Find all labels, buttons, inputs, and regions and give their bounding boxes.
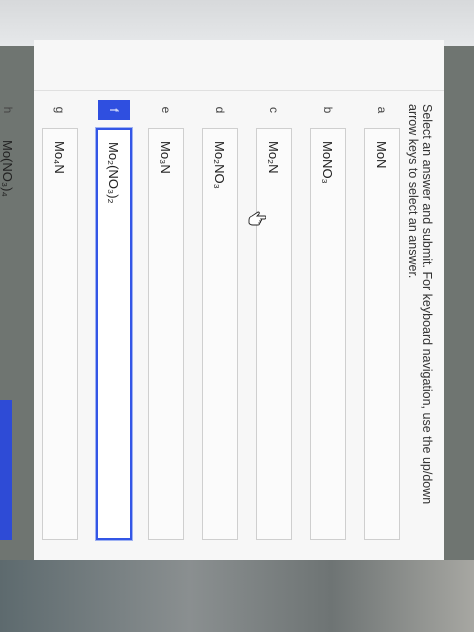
answer-option-e[interactable]: e Mo₃N	[148, 100, 184, 540]
option-label[interactable]: Mo(NO₃)₄	[0, 128, 26, 540]
option-label[interactable]: Mo₂N	[256, 128, 292, 540]
answer-option-b[interactable]: b MoNO₃	[310, 100, 346, 540]
option-letter: c	[267, 107, 281, 113]
answer-option-a[interactable]: a MoN	[364, 100, 400, 540]
answer-option-c[interactable]: c Mo₂N	[256, 100, 292, 540]
option-letter: f	[98, 100, 130, 120]
question-panel: Select an answer and submit. For keyboar…	[1, 40, 444, 560]
answer-option-f[interactable]: f Mo₂(NO₃)₂	[95, 100, 133, 552]
option-letter: e	[159, 106, 173, 114]
option-label[interactable]: MoNO₃	[310, 128, 346, 540]
option-label[interactable]: Mo₂(NO₃)₂	[95, 116, 133, 552]
option-letter: g	[53, 106, 67, 114]
hand-pointer-icon	[248, 211, 266, 226]
question-prompt: Select an answer and submit. For keyboar…	[406, 104, 434, 505]
answer-option-d[interactable]: d Mo₂NO₃	[202, 100, 238, 540]
panel-divider	[34, 90, 444, 91]
option-letter: d	[213, 106, 227, 114]
option-label[interactable]: Mo₄N	[42, 128, 78, 540]
option-label[interactable]: Mo₂NO₃	[202, 128, 238, 540]
option-letter: b	[321, 106, 335, 114]
backdrop-floor	[0, 560, 474, 632]
option-label[interactable]: MoN	[364, 128, 400, 540]
option-label[interactable]: Mo₃N	[148, 128, 184, 540]
option-letter: a	[375, 106, 389, 114]
option-letter: h	[1, 106, 15, 114]
answer-option-h[interactable]: h Mo(NO₃)₄	[0, 100, 26, 540]
answer-option-g[interactable]: g Mo₄N	[42, 100, 78, 540]
